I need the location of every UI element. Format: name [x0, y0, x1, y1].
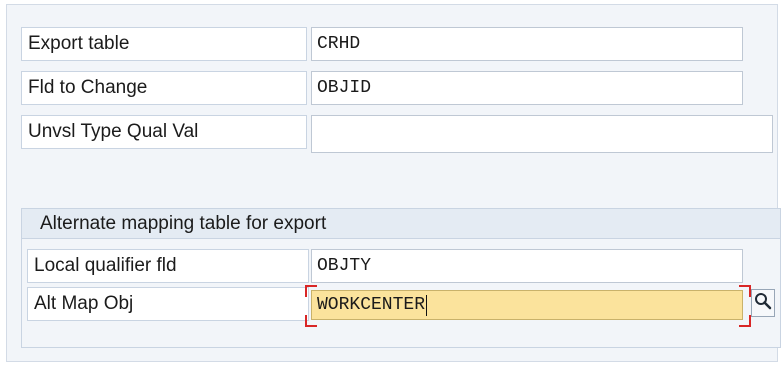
unvsl-type-qual-val-label: Unvsl Type Qual Val — [21, 115, 307, 149]
unvsl-type-qual-val-label-text: Unvsl Type Qual Val — [28, 121, 199, 142]
focus-corner-bottom-right — [739, 315, 751, 327]
focus-corner-bottom-left — [305, 315, 317, 327]
export-table-field[interactable]: CRHD — [311, 27, 743, 61]
fld-to-change-value: OBJID — [317, 78, 372, 98]
export-settings-panel: Export table CRHD Fld to Change OBJID Un… — [6, 4, 781, 362]
value-help-button[interactable] — [751, 289, 775, 317]
export-table-value: CRHD — [317, 34, 361, 54]
fld-to-change-field[interactable]: OBJID — [311, 71, 743, 105]
fld-to-change-label: Fld to Change — [21, 71, 307, 105]
alt-map-obj-label: Alt Map Obj — [27, 287, 309, 321]
alternate-mapping-title-text: Alternate mapping table for export — [40, 212, 327, 234]
local-qualifier-fld-field[interactable]: OBJTY — [311, 249, 743, 283]
local-qualifier-fld-label-text: Local qualifier fld — [34, 255, 177, 276]
sap-screen: Export table CRHD Fld to Change OBJID Un… — [0, 0, 782, 370]
magnifier-icon — [754, 292, 772, 315]
export-table-label-text: Export table — [28, 33, 130, 54]
export-table-label: Export table — [21, 27, 307, 61]
alt-map-obj-field[interactable]: WORKCENTER — [311, 290, 743, 320]
focus-corner-top-right — [739, 285, 751, 297]
unvsl-type-qual-val-field[interactable] — [311, 115, 773, 153]
alt-map-obj-label-text: Alt Map Obj — [34, 293, 134, 314]
local-qualifier-fld-label: Local qualifier fld — [27, 249, 309, 283]
local-qualifier-fld-value: OBJTY — [317, 256, 372, 276]
text-cursor — [426, 294, 428, 316]
alternate-mapping-group-title: Alternate mapping table for export — [22, 209, 780, 239]
alt-map-obj-value: WORKCENTER — [317, 295, 426, 315]
fld-to-change-label-text: Fld to Change — [28, 77, 148, 98]
focus-corner-top-left — [305, 285, 317, 297]
